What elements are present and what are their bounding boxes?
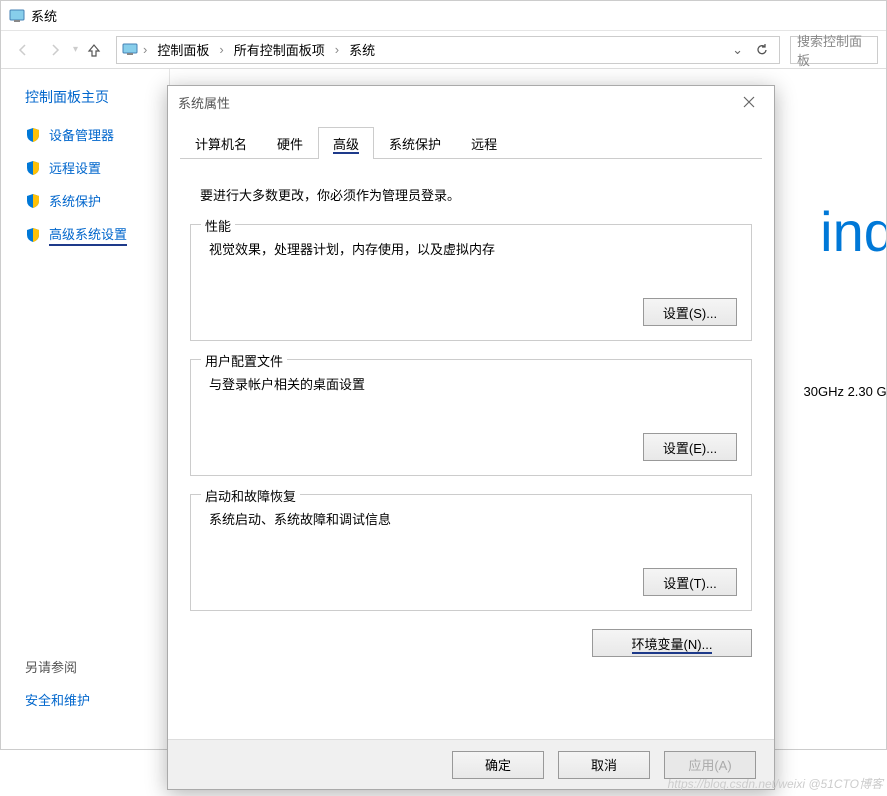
dialog-footer: 确定 取消 应用(A) bbox=[168, 739, 774, 789]
system-icon bbox=[9, 8, 25, 24]
dialog-body: 要进行大多数更改，你必须作为管理员登录。 性能 视觉效果，处理器计划，内存使用，… bbox=[168, 159, 774, 677]
tab-system-protection[interactable]: 系统保护 bbox=[374, 127, 456, 159]
group-desc: 与登录帐户相关的桌面设置 bbox=[209, 374, 737, 393]
environment-variables-button[interactable]: 环境变量(N)... bbox=[592, 629, 752, 657]
sidebar-item-label: 设备管理器 bbox=[49, 125, 114, 144]
monitor-icon bbox=[121, 41, 139, 59]
group-startup-recovery: 启动和故障恢复 系统启动、系统故障和调试信息 设置(T)... bbox=[190, 494, 752, 611]
chevron-right-icon: › bbox=[333, 42, 341, 57]
apply-button[interactable]: 应用(A) bbox=[664, 751, 756, 779]
dialog-titlebar: 系统属性 bbox=[168, 86, 774, 118]
refresh-button[interactable] bbox=[749, 37, 775, 63]
dialog-title: 系统属性 bbox=[178, 93, 230, 112]
breadcrumb-item-2[interactable]: 系统 bbox=[343, 38, 381, 61]
tab-computer-name[interactable]: 计算机名 bbox=[180, 127, 262, 159]
shield-icon bbox=[25, 160, 41, 176]
sidebar-item-device-manager[interactable]: 设备管理器 bbox=[25, 125, 165, 144]
settings-profiles-button[interactable]: 设置(E)... bbox=[643, 433, 737, 461]
system-properties-dialog: 系统属性 计算机名 硬件 高级 系统保护 远程 要进行大多数更改，你必须作为管理… bbox=[167, 85, 775, 790]
toolbar: ▾ › 控制面板 › 所有控制面板项 › 系统 ⌄ 搜索控制面板 bbox=[1, 31, 886, 69]
shield-icon bbox=[25, 227, 41, 243]
address-bar[interactable]: › 控制面板 › 所有控制面板项 › 系统 ⌄ bbox=[116, 36, 780, 64]
back-button[interactable] bbox=[9, 36, 37, 64]
search-placeholder: 搜索控制面板 bbox=[797, 31, 871, 69]
chevron-right-icon: › bbox=[141, 42, 149, 57]
sidebar-item-system-protection[interactable]: 系统保护 bbox=[25, 191, 165, 210]
breadcrumb-item-0[interactable]: 控制面板 bbox=[151, 38, 215, 61]
group-label: 性能 bbox=[201, 216, 235, 235]
tab-remote[interactable]: 远程 bbox=[456, 127, 512, 159]
cancel-button[interactable]: 取消 bbox=[558, 751, 650, 779]
close-button[interactable] bbox=[734, 87, 764, 117]
sidebar-item-label: 远程设置 bbox=[49, 158, 101, 177]
tab-hardware[interactable]: 硬件 bbox=[262, 127, 318, 159]
ok-button[interactable]: 确定 bbox=[452, 751, 544, 779]
settings-performance-button[interactable]: 设置(S)... bbox=[643, 298, 737, 326]
sidebar-footer-link[interactable]: 安全和维护 bbox=[25, 690, 90, 709]
group-label: 用户配置文件 bbox=[201, 351, 287, 370]
admin-message: 要进行大多数更改，你必须作为管理员登录。 bbox=[200, 185, 742, 204]
group-label: 启动和故障恢复 bbox=[201, 486, 300, 505]
shield-icon bbox=[25, 193, 41, 209]
window-title: 系统 bbox=[31, 6, 57, 25]
sidebar-title[interactable]: 控制面板主页 bbox=[25, 87, 165, 107]
chevron-right-icon: › bbox=[217, 42, 225, 57]
sidebar: 控制面板主页 设备管理器 远程设置 系统保护 高级系统设置 另请参阅 安全和维护 bbox=[1, 69, 169, 749]
dropdown-icon[interactable]: ⌄ bbox=[728, 42, 747, 58]
sidebar-item-label: 高级系统设置 bbox=[49, 224, 127, 246]
windows-brand: indo bbox=[820, 199, 886, 264]
group-desc: 视觉效果，处理器计划，内存使用，以及虚拟内存 bbox=[209, 239, 737, 258]
tab-advanced[interactable]: 高级 bbox=[318, 127, 374, 159]
breadcrumb-item-1[interactable]: 所有控制面板项 bbox=[228, 38, 331, 61]
cpu-specs: 30GHz 2.30 GH bbox=[804, 384, 887, 399]
group-desc: 系统启动、系统故障和调试信息 bbox=[209, 509, 737, 528]
search-input[interactable]: 搜索控制面板 bbox=[790, 36, 878, 64]
window-titlebar: 系统 bbox=[1, 1, 886, 31]
up-button[interactable] bbox=[82, 38, 106, 62]
sidebar-item-advanced[interactable]: 高级系统设置 bbox=[25, 224, 165, 246]
sidebar-item-label: 系统保护 bbox=[49, 191, 101, 210]
forward-button[interactable] bbox=[41, 36, 69, 64]
group-user-profiles: 用户配置文件 与登录帐户相关的桌面设置 设置(E)... bbox=[190, 359, 752, 476]
group-performance: 性能 视觉效果，处理器计划，内存使用，以及虚拟内存 设置(S)... bbox=[190, 224, 752, 341]
shield-icon bbox=[25, 127, 41, 143]
settings-startup-button[interactable]: 设置(T)... bbox=[643, 568, 737, 596]
sidebar-footer-label: 另请参阅 bbox=[25, 657, 90, 676]
tabs: 计算机名 硬件 高级 系统保护 远程 bbox=[180, 126, 762, 159]
sidebar-item-remote[interactable]: 远程设置 bbox=[25, 158, 165, 177]
